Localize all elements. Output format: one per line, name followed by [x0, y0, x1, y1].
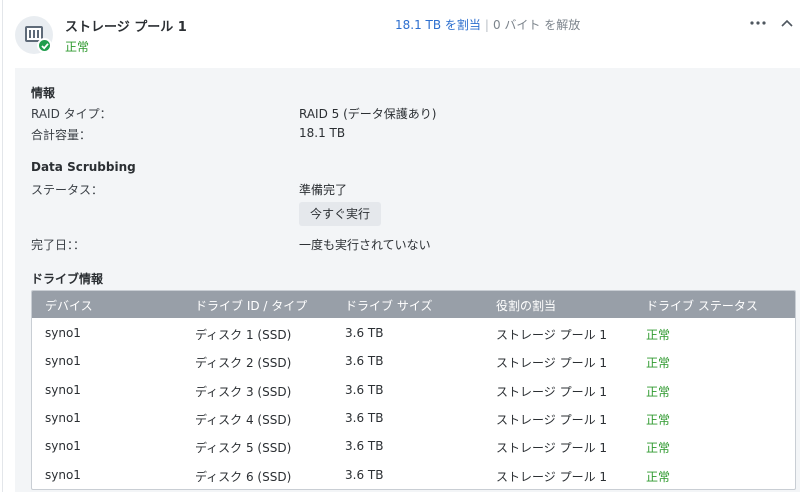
table-row[interactable]: syno1 ディスク 1 (SSD) 3.6 TB ストレージ プール 1 正常 — [32, 320, 795, 348]
table-row[interactable]: syno1 ディスク 2 (SSD) 3.6 TB ストレージ プール 1 正常 — [32, 348, 795, 376]
column-header-role[interactable]: 役割の割当 — [496, 297, 556, 314]
drive-status-cell: 正常 — [646, 328, 671, 342]
drive-id-cell: ディスク 3 (SSD) — [195, 384, 292, 399]
completed-date-value: 一度も実行されていない — [299, 238, 431, 252]
ellipsis-icon — [750, 21, 766, 25]
device-cell: syno1 — [45, 410, 81, 425]
capacity-label: 合計容量： — [31, 128, 92, 142]
healthy-check-icon — [37, 38, 52, 53]
drive-id-cell: ディスク 5 (SSD) — [195, 441, 292, 456]
drive-table: デバイス ドライブ ID / タイプ ドライブ サイズ 役割の割当 ドライブ ス… — [31, 290, 796, 490]
pool-title: ストレージ プール 1 — [65, 20, 187, 35]
scrubbing-status-value: 準備完了 — [299, 183, 348, 197]
column-header-drive-size[interactable]: ドライブ サイズ — [345, 297, 432, 314]
role-cell: ストレージ プール 1 — [496, 469, 608, 484]
drive-status-cell: 正常 — [646, 469, 671, 484]
column-header-device[interactable]: デバイス — [45, 297, 93, 314]
storage-pool-icon — [15, 16, 53, 54]
pool-details-panel: 情報 RAID タイプ： RAID 5 (データ保護あり) 合計容量： 18.1… — [15, 68, 800, 492]
allocated-amount[interactable]: 18.1 TB を割当 — [395, 18, 481, 32]
drive-size-cell: 3.6 TB — [345, 439, 384, 454]
drive-status-cell: 正常 — [646, 412, 671, 427]
device-cell: syno1 — [45, 467, 81, 482]
drive-info-section-title: ドライブ情報 — [31, 272, 104, 286]
more-actions-button[interactable] — [747, 12, 769, 32]
info-section-title: 情報 — [31, 86, 56, 100]
device-cell: syno1 — [45, 326, 81, 340]
drive-id-cell: ディスク 1 (SSD) — [195, 328, 292, 342]
device-cell: syno1 — [45, 354, 81, 369]
pool-status: 正常 — [65, 40, 90, 54]
divider: | — [484, 18, 489, 32]
allocation-summary: 18.1 TB を割当 | 0 バイト を解放 — [395, 16, 580, 33]
device-cell: syno1 — [45, 439, 81, 454]
drive-table-header: デバイス ドライブ ID / タイプ ドライブ サイズ 役割の割当 ドライブ ス… — [32, 291, 795, 318]
drive-status-cell: 正常 — [646, 384, 671, 399]
column-header-drive-status[interactable]: ドライブ ステータス — [646, 297, 758, 314]
raid-type-value: RAID 5 (データ保護あり) — [299, 107, 437, 121]
drive-size-cell: 3.6 TB — [345, 354, 384, 369]
role-cell: ストレージ プール 1 — [496, 356, 608, 371]
collapse-button[interactable] — [777, 14, 797, 32]
drive-size-cell: 3.6 TB — [345, 410, 384, 425]
chevron-up-icon — [781, 19, 793, 27]
drive-status-cell: 正常 — [646, 441, 671, 456]
storage-pool-card: ストレージ プール 1 正常 18.1 TB を割当 | 0 バイト を解放 情報 … — [2, 0, 800, 492]
role-cell: ストレージ プール 1 — [496, 412, 608, 427]
run-now-button[interactable]: 今すぐ実行 — [299, 202, 381, 226]
role-cell: ストレージ プール 1 — [496, 328, 608, 342]
drive-status-cell: 正常 — [646, 356, 671, 371]
column-header-drive-id[interactable]: ドライブ ID / タイプ — [195, 297, 307, 314]
drive-id-cell: ディスク 6 (SSD) — [195, 469, 292, 484]
drive-size-cell: 3.6 TB — [345, 326, 384, 340]
drive-size-cell: 3.6 TB — [345, 467, 384, 482]
freed-amount: 0 バイト を解放 — [492, 18, 581, 32]
role-cell: ストレージ プール 1 — [496, 441, 608, 456]
raid-type-label: RAID タイプ： — [31, 107, 112, 121]
drive-size-cell: 3.6 TB — [345, 382, 384, 397]
pool-header[interactable]: ストレージ プール 1 正常 18.1 TB を割当 | 0 バイト を解放 — [3, 0, 800, 68]
table-row[interactable]: syno1 ディスク 3 (SSD) 3.6 TB ストレージ プール 1 正常 — [32, 377, 795, 405]
drive-id-cell: ディスク 4 (SSD) — [195, 412, 292, 427]
capacity-value: 18.1 TB — [299, 126, 346, 140]
table-row[interactable]: syno1 ディスク 4 (SSD) 3.6 TB ストレージ プール 1 正常 — [32, 405, 795, 433]
table-row[interactable]: syno1 ディスク 5 (SSD) 3.6 TB ストレージ プール 1 正常 — [32, 433, 795, 461]
drive-id-cell: ディスク 2 (SSD) — [195, 356, 292, 371]
completed-date-label: 完了日：： — [31, 238, 86, 252]
scrubbing-section-title: Data Scrubbing — [31, 160, 136, 174]
table-row[interactable]: syno1 ディスク 6 (SSD) 3.6 TB ストレージ プール 1 正常 — [32, 462, 795, 490]
device-cell: syno1 — [45, 382, 81, 397]
role-cell: ストレージ プール 1 — [496, 384, 608, 399]
scrubbing-status-label: ステータス： — [31, 183, 104, 197]
